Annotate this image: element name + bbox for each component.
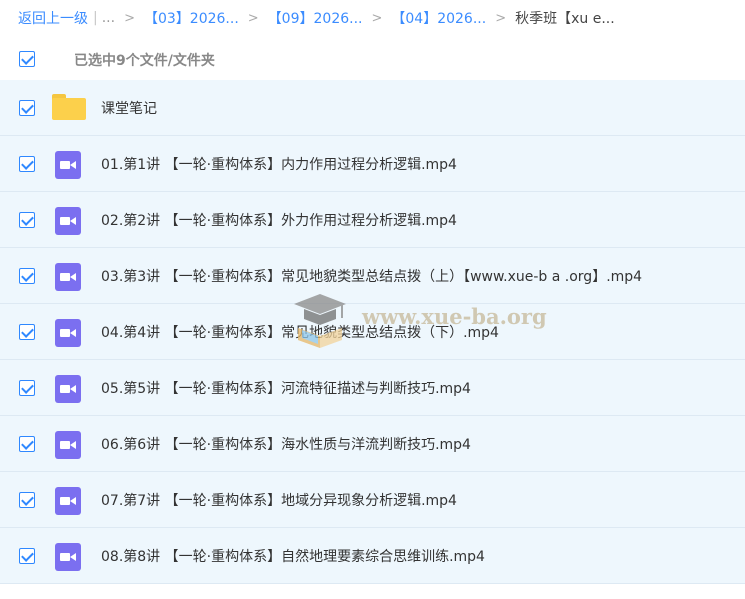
folder-icon: [52, 94, 86, 120]
breadcrumb-divider: |: [93, 10, 98, 26]
row-checkbox[interactable]: [19, 268, 35, 284]
list-item[interactable]: 01.第1讲 【一轮·重构体系】内力作用过程分析逻辑.mp4: [0, 136, 745, 192]
file-name[interactable]: 04.第4讲 【一轮·重构体系】常见地貌类型总结点拨（下）.mp4: [101, 322, 499, 342]
chevron-right-icon: >: [371, 10, 383, 26]
video-file-icon: [55, 319, 81, 347]
list-item[interactable]: 06.第6讲 【一轮·重构体系】海水性质与洋流判断技巧.mp4: [0, 416, 745, 472]
select-all-checkbox[interactable]: [19, 51, 35, 67]
file-name[interactable]: 03.第3讲 【一轮·重构体系】常见地貌类型总结点拨（上）【www.xue-b …: [101, 266, 642, 286]
video-file-icon: [55, 543, 81, 571]
breadcrumb-ellipsis[interactable]: ...: [102, 10, 115, 26]
list-item[interactable]: 05.第5讲 【一轮·重构体系】河流特征描述与判断技巧.mp4: [0, 360, 745, 416]
selection-count-label: 已选中9个文件/文件夹: [74, 53, 215, 69]
list-item[interactable]: 02.第2讲 【一轮·重构体系】外力作用过程分析逻辑.mp4: [0, 192, 745, 248]
chevron-right-icon: >: [247, 10, 259, 26]
row-checkbox[interactable]: [19, 436, 35, 452]
file-name[interactable]: 05.第5讲 【一轮·重构体系】河流特征描述与判断技巧.mp4: [101, 378, 471, 398]
video-file-icon: [55, 431, 81, 459]
file-name[interactable]: 07.第7讲 【一轮·重构体系】地域分异现象分析逻辑.mp4: [101, 490, 457, 510]
row-checkbox[interactable]: [19, 548, 35, 564]
list-item[interactable]: 08.第8讲 【一轮·重构体系】自然地理要素综合思维训练.mp4: [0, 528, 745, 584]
chevron-right-icon: >: [495, 10, 507, 26]
file-name[interactable]: 01.第1讲 【一轮·重构体系】内力作用过程分析逻辑.mp4: [101, 154, 457, 174]
video-file-icon: [55, 151, 81, 179]
row-checkbox[interactable]: [19, 492, 35, 508]
row-checkbox[interactable]: [19, 156, 35, 172]
breadcrumb-link-2[interactable]: 【09】2026...: [268, 8, 363, 28]
breadcrumb-link-1[interactable]: 【03】2026...: [144, 8, 239, 28]
file-name[interactable]: 课堂笔记: [101, 98, 157, 118]
breadcrumb-current: 秋季班【xu e...: [515, 11, 615, 27]
row-checkbox[interactable]: [19, 380, 35, 396]
file-name[interactable]: 06.第6讲 【一轮·重构体系】海水性质与洋流判断技巧.mp4: [101, 434, 471, 454]
video-file-icon: [55, 263, 81, 291]
video-file-icon: [55, 207, 81, 235]
row-checkbox[interactable]: [19, 212, 35, 228]
video-file-icon: [55, 375, 81, 403]
selection-bar: 已选中9个文件/文件夹: [0, 38, 745, 80]
row-checkbox[interactable]: [19, 324, 35, 340]
video-file-icon: [55, 487, 81, 515]
file-list: 课堂笔记 01.第1讲 【一轮·重构体系】内力作用过程分析逻辑.mp4 02.第…: [0, 80, 745, 584]
list-item-folder[interactable]: 课堂笔记: [0, 80, 745, 136]
breadcrumb-link-3[interactable]: 【04】2026...: [391, 8, 486, 28]
back-link[interactable]: 返回上一级: [18, 8, 88, 28]
file-name[interactable]: 02.第2讲 【一轮·重构体系】外力作用过程分析逻辑.mp4: [101, 210, 457, 230]
list-item[interactable]: 04.第4讲 【一轮·重构体系】常见地貌类型总结点拨（下）.mp4: [0, 304, 745, 360]
list-item[interactable]: 07.第7讲 【一轮·重构体系】地域分异现象分析逻辑.mp4: [0, 472, 745, 528]
list-item[interactable]: 03.第3讲 【一轮·重构体系】常见地貌类型总结点拨（上）【www.xue-b …: [0, 248, 745, 304]
file-name[interactable]: 08.第8讲 【一轮·重构体系】自然地理要素综合思维训练.mp4: [101, 546, 485, 566]
row-checkbox[interactable]: [19, 100, 35, 116]
chevron-right-icon: >: [124, 10, 135, 26]
breadcrumb: 返回上一级 | ... > 【03】2026... > 【09】2026... …: [0, 0, 745, 36]
